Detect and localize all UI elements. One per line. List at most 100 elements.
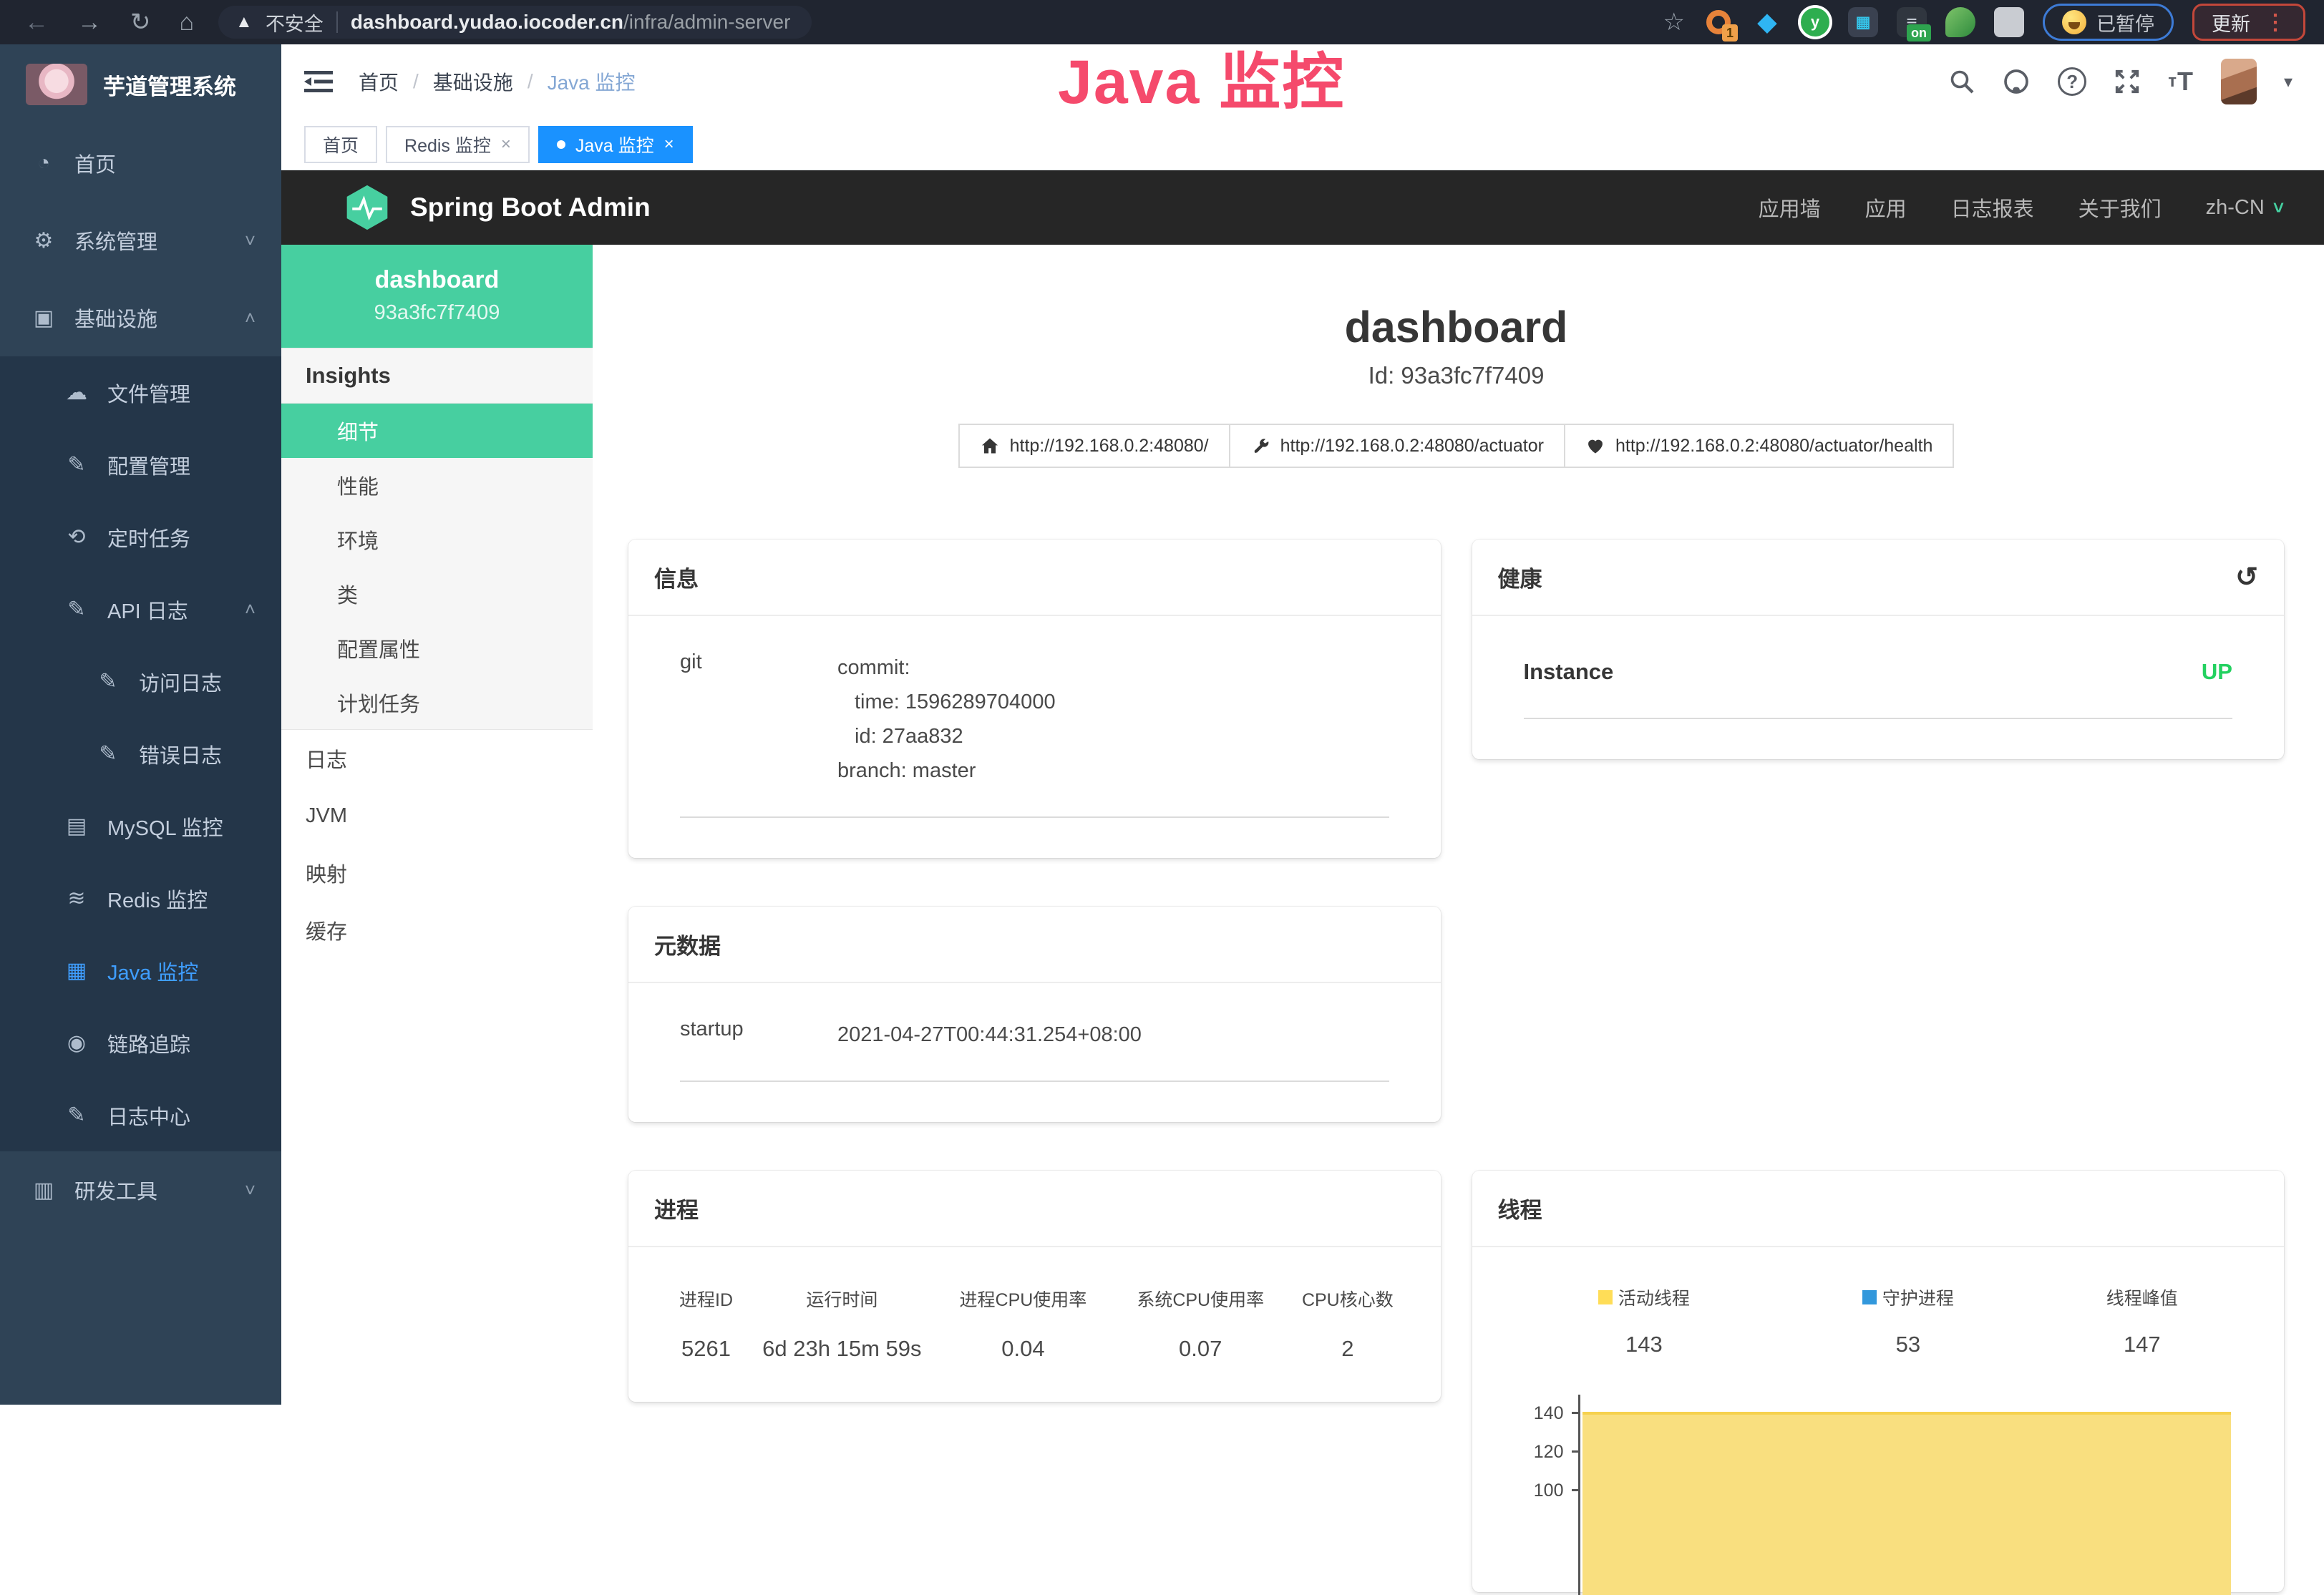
tabs-bar: 首页 Redis 监控 × Java 监控 × [281,119,2324,170]
history-icon[interactable]: ↺ [2235,561,2258,593]
sidebar-item-system[interactable]: ⚙ 系统管理 ˅ [0,202,281,279]
instance-header[interactable]: dashboard 93a3fc7f7409 [281,245,593,348]
sba-item-jvm[interactable]: JVM [281,787,593,844]
close-icon[interactable]: × [664,135,674,155]
extension-grid-icon[interactable]: ▦ [1848,7,1878,37]
sidebar-item-access-log[interactable]: ✎ 访问日志 [0,645,281,718]
threads-card-title: 线程 [1498,1192,1542,1224]
sba-nav-wallboard[interactable]: 应用墙 [1759,192,1821,223]
browser-back-icon[interactable]: ← [24,10,49,34]
address-bar[interactable]: ▲ 不安全 dashboard.yudao.iocoder.cn/infra/a… [218,6,812,39]
sidebar-item-label: API 日志 [107,595,188,625]
sidebar-item-infra[interactable]: ▣ 基础设施 ˄ [0,279,281,356]
sba-item-mappings[interactable]: 映射 [281,844,593,902]
sidebar-item-config-manage[interactable]: ✎ 配置管理 [0,429,281,501]
browser-menu-icon[interactable]: ⋮ [2265,10,2286,35]
health-url-button[interactable]: http://192.168.0.2:48080/actuator/health [1564,424,1954,468]
tab-java-monitor[interactable]: Java 监控 × [538,126,693,163]
sidebar-item-redis-monitor[interactable]: ≋ Redis 监控 [0,862,281,935]
sidebar-item-tracing[interactable]: ◉ 链路追踪 [0,1007,281,1079]
sidebar-item-java-monitor[interactable]: ▦ Java 监控 [0,935,281,1007]
process-value-pid: 5261 [657,1336,755,1362]
user-menu-caret-icon[interactable]: ▾ [2284,72,2293,92]
emoji-face-icon [2062,10,2086,34]
sba-brand-title[interactable]: Spring Boot Admin [410,192,651,223]
history-icon: ⟲ [63,525,90,550]
app-logo[interactable]: 芋道管理系统 [0,44,281,125]
sba-item-scheduled-tasks[interactable]: 计划任务 [281,675,593,730]
database-icon: ▤ [63,814,90,839]
sba-item-metrics[interactable]: 性能 [281,458,593,512]
sidebar-item-dev-tools[interactable]: ▥ 研发工具 ˅ [0,1151,281,1229]
chevron-down-icon: ˅ [2273,197,2284,219]
extension-refresh-icon[interactable]: 1 [1703,7,1734,37]
service-url-button[interactable]: http://192.168.0.2:48080/ [958,424,1230,468]
sba-locale-select[interactable]: zh-CN ˅ [2206,196,2284,220]
extensions-puzzle-icon[interactable] [1994,7,2024,37]
info-value: commit: time: 1596289704000 id: 27aa832 … [837,650,1056,788]
y-tick-100: 100 [1498,1481,1564,1501]
tab-home[interactable]: 首页 [304,126,377,163]
home-icon [980,436,1000,456]
metadata-value: 2021-04-27T00:44:31.254+08:00 [837,1018,1142,1052]
sba-item-classes[interactable]: 类 [281,567,593,621]
update-button[interactable]: 更新 ⋮ [2192,4,2305,41]
user-avatar[interactable] [2221,59,2257,104]
edit-icon: ✎ [63,1103,90,1128]
breadcrumb-home[interactable]: 首页 [359,67,399,96]
axis-tick [1572,1489,1580,1491]
extension-badge: 1 [1722,24,1738,42]
info-card: 信息 git commit: time: 1596289704000 id: 2… [628,540,1441,858]
browser-home-icon[interactable]: ⌂ [180,10,195,34]
sidebar-item-home[interactable]: ◔ 首页 [0,125,281,202]
chevron-up-icon: ˄ [245,307,256,329]
sidebar-item-file-manage[interactable]: ☁ 文件管理 [0,356,281,429]
actuator-url-button[interactable]: http://192.168.0.2:48080/actuator [1229,424,1565,468]
yellow-swatch-icon [1598,1290,1613,1304]
security-label[interactable]: 不安全 [266,9,324,36]
extension-leaf-icon[interactable] [1945,7,1975,37]
browser-refresh-icon[interactable]: ↻ [130,10,151,34]
close-icon[interactable]: × [501,135,511,155]
extension-tabs-icon[interactable]: ≡on [1897,7,1927,37]
sidebar-item-scheduled-jobs[interactable]: ⟲ 定时任务 [0,501,281,573]
url-text[interactable]: dashboard.yudao.iocoder.cn/infra/admin-s… [351,11,791,34]
breadcrumb-separator: / [413,70,419,93]
instance-id: 93a3fc7f7409 [288,301,585,325]
sba-item-caches[interactable]: 缓存 [281,902,593,959]
extension-pin-icon[interactable]: ◆ [1752,7,1782,37]
sidebar-collapse-icon[interactable] [304,69,333,94]
sba-item-logs[interactable]: 日志 [281,730,593,787]
sba-item-config-props[interactable]: 配置属性 [281,621,593,675]
help-icon[interactable]: ? [2058,67,2086,96]
paused-badge[interactable]: 已暂停 [2043,4,2174,41]
active-dot-icon [557,140,565,149]
page-title: dashboard [628,302,2284,352]
url-host: dashboard.yudao.iocoder.cn [351,11,623,33]
browser-forward-icon[interactable]: → [77,10,102,34]
admin-sidebar: 芋道管理系统 ◔ 首页 ⚙ 系统管理 ˅ ▣ 基础设施 ˄ ☁ 文件管理 ✎ 配… [0,44,281,1405]
fullscreen-icon[interactable] [2114,68,2141,95]
chevron-down-icon: ˅ [245,1179,256,1201]
sba-item-details[interactable]: 细节 [281,404,593,458]
extension-y-icon[interactable]: y [1801,8,1829,36]
bookmark-star-icon[interactable]: ☆ [1663,10,1685,34]
sba-nav-applications[interactable]: 应用 [1865,192,1907,223]
sidebar-item-label: 首页 [74,148,116,178]
blue-swatch-icon [1862,1290,1877,1304]
search-icon[interactable] [1949,69,1975,94]
breadcrumb-infra[interactable]: 基础设施 [433,67,513,96]
sba-nav-journal[interactable]: 日志报表 [1951,192,2034,223]
sidebar-item-mysql-monitor[interactable]: ▤ MySQL 监控 [0,790,281,862]
tab-label: Redis 监控 [404,132,491,157]
chart-plot-area [1578,1395,2235,1595]
font-size-icon[interactable]: тT [2168,67,2194,97]
github-icon[interactable] [2002,67,2031,96]
tab-redis-monitor[interactable]: Redis 监控 × [386,126,530,163]
sidebar-item-log-center[interactable]: ✎ 日志中心 [0,1079,281,1151]
sidebar-item-label: Java 监控 [107,956,198,986]
sidebar-item-error-log[interactable]: ✎ 错误日志 [0,718,281,790]
sba-item-environment[interactable]: 环境 [281,512,593,567]
sidebar-item-api-log[interactable]: ✎ API 日志 ˄ [0,573,281,645]
sba-nav-about[interactable]: 关于我们 [2079,192,2162,223]
